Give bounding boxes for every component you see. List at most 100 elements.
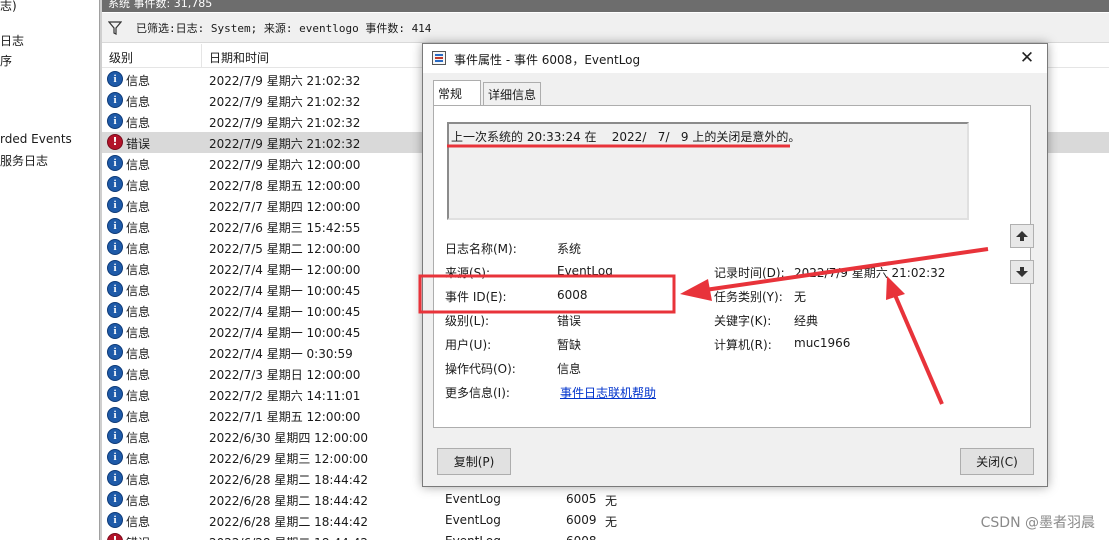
row-datetime: 2022/7/9 星期六 21:02:32 [209,116,361,130]
info-icon [107,512,123,528]
row-source: EventLog [445,513,501,527]
row-datetime: 2022/7/6 星期三 15:42:55 [209,221,361,235]
log-tree-panel: 志) 日志 序 rded Events 服务日志 [0,0,100,540]
task-category-value: 无 [794,290,807,304]
info-icon [107,71,123,87]
info-icon [107,176,123,192]
event-message-box[interactable]: 上一次系统的 20:33:24 在 2022/ 7/ 9 上的关闭是意外的。 [447,122,969,220]
logged-label: 记录时间(D): [714,266,785,280]
online-help-link[interactable]: 事件日志联机帮助 [560,384,656,401]
error-icon [107,533,123,540]
row-event-id: 6009 [566,513,597,527]
row-source: EventLog [445,534,501,540]
close-icon[interactable]: ✕ [1017,48,1037,68]
event-id-value: 6008 [557,288,588,302]
info-icon [107,302,123,318]
row-level: 信息 [126,410,151,424]
row-task-category: 无 [605,494,618,508]
row-datetime: 2022/7/9 星期六 21:02:32 [209,74,361,88]
error-icon [107,134,123,150]
row-datetime: 2022/7/4 星期一 12:00:00 [209,263,361,277]
row-level: 信息 [126,74,151,88]
row-datetime: 2022/6/30 星期四 12:00:00 [209,431,369,445]
info-icon [107,386,123,402]
row-level: 信息 [126,95,151,109]
row-datetime: 2022/6/28 星期二 18:44:42 [209,494,369,508]
row-level: 信息 [126,200,151,214]
tree-item[interactable]: 志) [0,0,17,14]
table-row[interactable]: 信息 2022/6/28 星期二 18:44:42 EventLog 6005 无 [102,489,1109,510]
copy-button[interactable]: 复制(P) [437,448,511,475]
row-level: 信息 [126,389,151,403]
computer-value: muc1966 [794,336,851,350]
keywords-label: 关键字(K): [714,314,772,328]
column-level[interactable]: 级别 [109,49,133,66]
row-level: 信息 [126,179,151,193]
arrow-up-icon [1016,231,1028,241]
computer-label: 计算机(R): [714,338,772,352]
event-properties-dialog: 事件属性 - 事件 6008，EventLog ✕ 常规 详细信息 上一次系统的… [422,43,1048,487]
info-icon [107,113,123,129]
row-level: 信息 [126,473,151,487]
dialog-titlebar[interactable]: 事件属性 - 事件 6008，EventLog ✕ [423,44,1047,73]
info-icon [107,365,123,381]
info-icon [107,155,123,171]
info-icon [107,407,123,423]
row-level: 信息 [126,326,151,340]
event-id-label: 事件 ID(E): [445,290,507,304]
info-icon [107,323,123,339]
table-row[interactable]: 信息 2022/6/28 星期二 18:44:42 EventLog 6009 无 [102,510,1109,531]
watermark: CSDN @墨者羽晨 [980,515,1095,531]
row-datetime: 2022/7/3 星期日 12:00:00 [209,368,361,382]
previous-event-button[interactable] [1010,224,1034,248]
row-datetime: 2022/7/4 星期一 0:30:59 [209,347,353,361]
arrow-down-icon [1016,267,1028,277]
table-row[interactable]: 错误 2022/6/28 星期二 18:44:42 EventLog 6008 [102,531,1109,540]
filter-icon [108,20,122,35]
user-label: 用户(U): [445,338,492,352]
row-level: 信息 [126,452,151,466]
general-tab-panel: 上一次系统的 20:33:24 在 2022/ 7/ 9 上的关闭是意外的。 日… [433,105,1031,428]
info-icon [107,344,123,360]
row-datetime: 2022/7/2 星期六 14:11:01 [209,389,361,403]
tab-details[interactable]: 详细信息 [483,82,541,106]
column-datetime[interactable]: 日期和时间 [209,49,269,66]
level-label: 级别(L): [445,314,490,328]
tree-item[interactable]: 序 [0,52,12,69]
row-datetime: 2022/7/7 星期四 12:00:00 [209,200,361,214]
list-header-strip: 系统 事件数: 31,785 [102,0,1109,12]
next-event-button[interactable] [1010,260,1034,284]
filter-bar: 已筛选:日志: System; 来源: eventlogo 事件数: 414 [102,13,1109,43]
row-datetime: 2022/6/28 星期二 18:44:42 [209,534,368,540]
logged-value: 2022/7/9 星期六 21:02:32 [794,266,946,280]
opcode-value: 信息 [557,362,582,376]
row-datetime: 2022/6/29 星期三 12:00:00 [209,452,369,466]
row-level: 错误 [126,137,151,151]
row-level: 错误 [126,534,150,540]
row-level: 信息 [126,347,151,361]
info-icon [107,92,123,108]
row-level: 信息 [126,305,151,319]
tree-item[interactable]: 日志 [0,32,24,49]
close-button[interactable]: 关闭(C) [960,448,1034,475]
row-datetime: 2022/7/5 星期二 12:00:00 [209,242,361,256]
row-datetime: 2022/7/9 星期六 21:02:32 [209,137,361,151]
row-task-category: 无 [605,515,618,529]
task-category-label: 任务类别(Y): [714,290,783,304]
row-level: 信息 [126,221,151,235]
event-viewer-screen: 志) 日志 序 rded Events 服务日志 系统 事件数: 31,785 … [0,0,1109,540]
log-name-label: 日志名称(M): [445,242,517,256]
tab-general[interactable]: 常规 [433,80,481,105]
keywords-value: 经典 [794,314,819,328]
row-datetime: 2022/7/8 星期五 12:00:00 [209,179,361,193]
row-level: 信息 [126,284,151,298]
info-icon [107,260,123,276]
row-datetime: 2022/7/1 星期五 12:00:00 [209,410,361,424]
tree-item-forwarded-events[interactable]: rded Events [0,132,72,146]
row-level: 信息 [126,263,151,277]
dialog-title: 事件属性 - 事件 6008，EventLog [454,53,641,67]
column-divider[interactable] [201,44,202,68]
tree-item-service-logs[interactable]: 服务日志 [0,152,48,169]
info-icon [107,218,123,234]
event-viewer-app-icon [432,51,446,65]
